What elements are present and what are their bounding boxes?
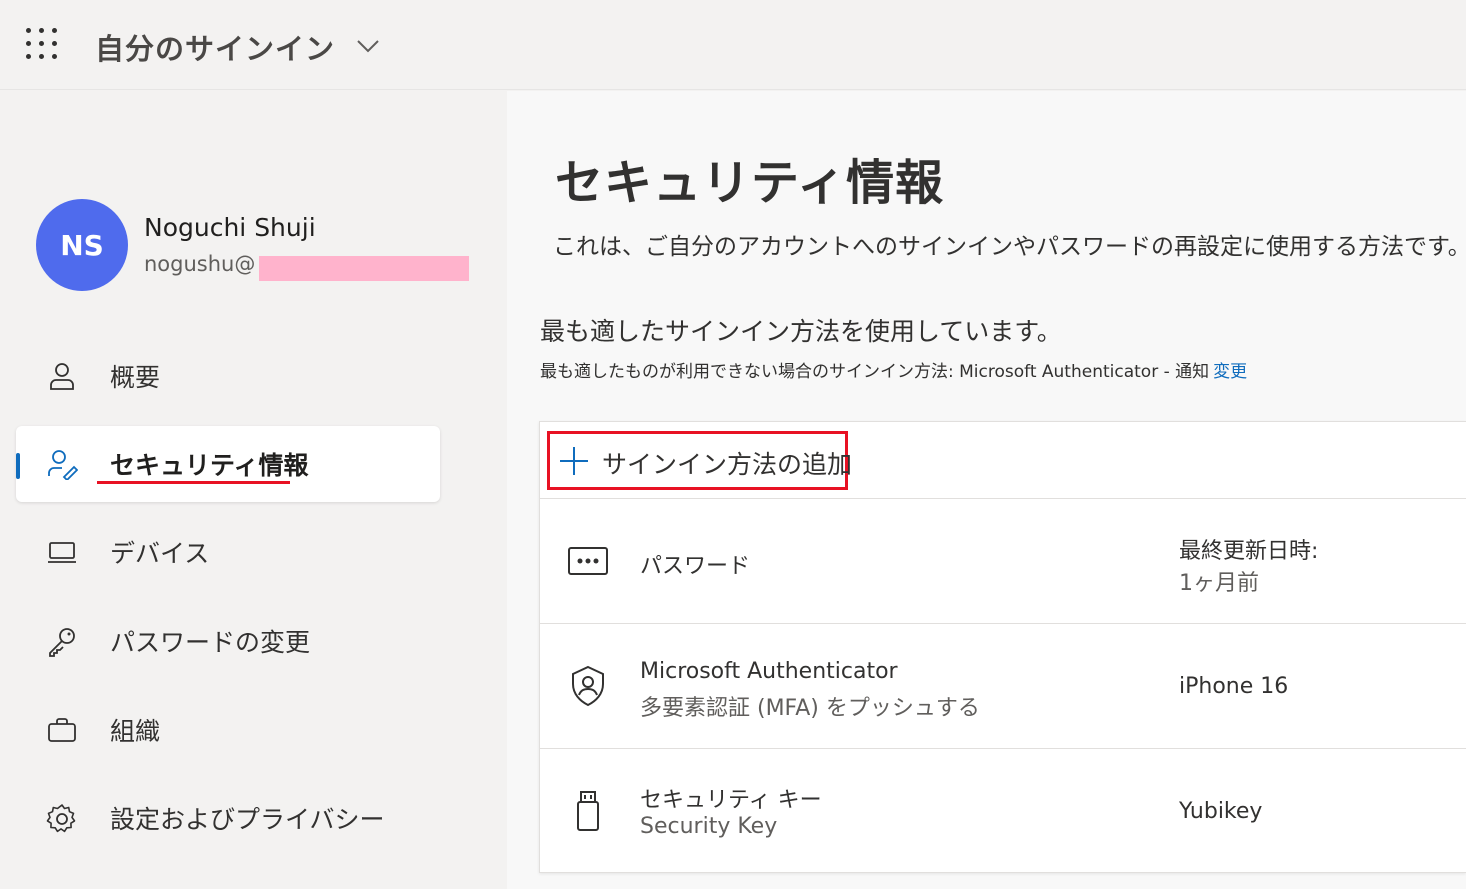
sidebar-item-devices[interactable]: デバイス xyxy=(16,514,440,590)
sidebar-item-label: セキュリティ情報 xyxy=(110,451,309,480)
method-subtitle: 多要素認証 (MFA) をプッシュする xyxy=(640,696,980,721)
sidebar-item-settings-privacy[interactable]: 設定およびプライバシー xyxy=(16,780,440,856)
user-name: Noguchi Shuji xyxy=(144,213,316,242)
sidebar-item-change-password[interactable]: パスワードの変更 xyxy=(16,603,440,679)
email-redaction xyxy=(259,256,469,281)
method-value-label: 最終更新日時: xyxy=(1179,539,1319,564)
fallback-text: 最も適したものが利用できない場合のサインイン方法: Microsoft Auth… xyxy=(540,362,1210,382)
sidebar-item-security-info[interactable]: セキュリティ情報 xyxy=(16,426,440,502)
briefcase-icon xyxy=(48,718,76,742)
app-title[interactable]: 自分のサインイン xyxy=(95,26,335,68)
change-default-link[interactable]: 変更 xyxy=(1213,362,1247,382)
method-value: iPhone 16 xyxy=(1179,674,1289,699)
app-launcher-icon[interactable] xyxy=(26,28,58,60)
highlight-underline xyxy=(97,481,290,484)
fallback-method-text: 最も適したものが利用できない場合のサインイン方法: Microsoft Auth… xyxy=(540,357,1247,382)
password-icon xyxy=(568,547,608,575)
sidebar-item-label: パスワードの変更 xyxy=(110,628,311,657)
sidebar-item-label: 組織 xyxy=(110,717,161,746)
divider xyxy=(539,498,1466,499)
sidebar-item-overview[interactable]: 概要 xyxy=(16,338,440,414)
active-indicator xyxy=(16,453,20,479)
user-email: nogushu@ xyxy=(144,252,256,276)
person-icon xyxy=(50,363,74,390)
person-key-icon xyxy=(48,450,78,480)
method-title-authenticator: Microsoft Authenticator xyxy=(640,659,898,684)
method-value: Yubikey xyxy=(1179,799,1263,824)
sidebar-item-label: 設定およびプライバシー xyxy=(110,805,385,834)
sidebar-item-organizations[interactable]: 組織 xyxy=(16,692,440,768)
sidebar-item-label: 概要 xyxy=(110,363,161,392)
divider xyxy=(539,623,1466,624)
divider xyxy=(539,748,1466,749)
method-title-password: パスワード xyxy=(640,554,751,579)
laptop-icon xyxy=(48,542,76,563)
method-title-security-key: セキュリティ キー xyxy=(640,788,822,813)
page-title: セキュリティ情報 xyxy=(555,155,945,211)
top-header: 自分のサインイン xyxy=(0,0,1466,90)
sidebar-item-label: デバイス xyxy=(110,539,210,568)
chevron-down-icon[interactable] xyxy=(355,37,381,55)
add-method-button[interactable]: サインイン方法の追加 xyxy=(547,431,852,490)
add-method-label: サインイン方法の追加 xyxy=(602,450,853,479)
usb-key-icon xyxy=(577,791,599,831)
authenticator-icon xyxy=(572,665,604,707)
gear-icon xyxy=(46,804,76,833)
method-value: 1ヶ月前 xyxy=(1179,571,1259,596)
default-method-heading: 最も適したサインイン方法を使用しています。 xyxy=(540,317,1062,346)
key-icon xyxy=(49,628,75,657)
page-description: これは、ご自分のアカウントへのサインインやパスワードの再設定に使用する方法です。 xyxy=(553,234,1466,260)
avatar: NS xyxy=(36,199,128,291)
method-subtitle: Security Key xyxy=(640,814,778,839)
plus-icon xyxy=(560,447,588,475)
